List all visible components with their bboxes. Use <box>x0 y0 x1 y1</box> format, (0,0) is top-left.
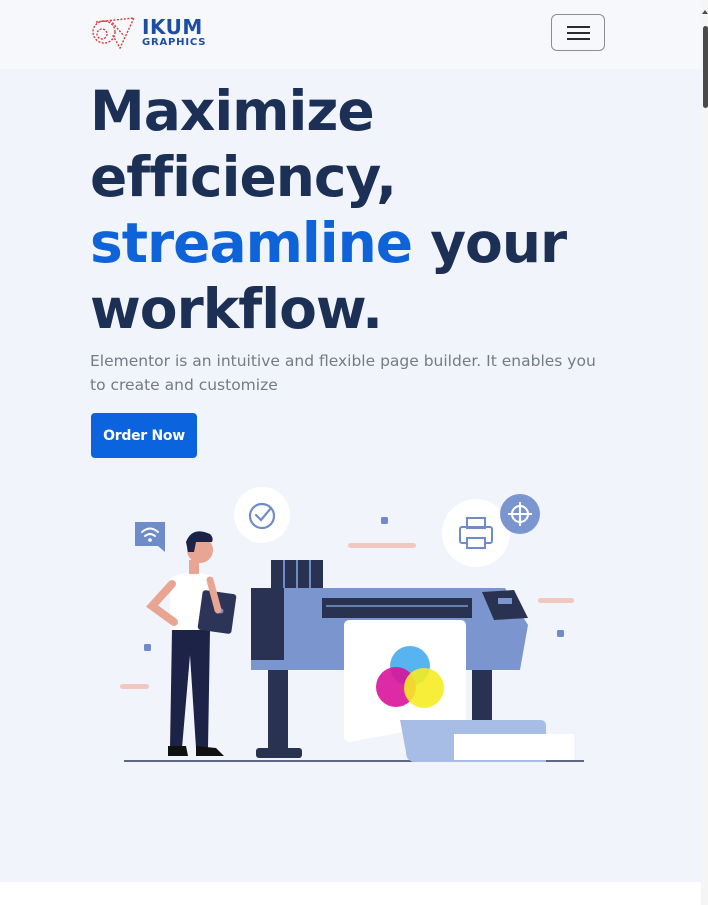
printer-icon <box>442 499 510 567</box>
nav-toggle-button[interactable] <box>551 14 605 51</box>
navbar: IKUM GRAPHICS <box>0 0 701 69</box>
hero-title: Maximize efficiency, streamline your wor… <box>90 78 650 342</box>
logo-mark-icon <box>92 17 136 50</box>
order-now-button[interactable]: Order Now <box>91 413 197 458</box>
scrollbar-thumb[interactable] <box>703 26 708 108</box>
wifi-icon <box>135 522 165 552</box>
brand-tagline: GRAPHICS <box>142 37 207 48</box>
hero-title-line4: workflow. <box>90 277 383 341</box>
crosshair-icon <box>500 494 540 534</box>
hero-title-line2: efficiency, <box>90 145 397 209</box>
hero-title-line1: Maximize <box>90 79 375 143</box>
plotter-printer <box>251 560 574 762</box>
hero-title-accent: streamline <box>90 211 413 275</box>
hero-description: Elementor is an intuitive and flexible p… <box>90 352 596 394</box>
clock-check-icon <box>234 487 290 543</box>
person-figure <box>146 531 237 756</box>
scroll-up-arrow-icon[interactable] <box>702 8 708 16</box>
hamburger-menu-icon <box>567 26 590 28</box>
brand-name: IKUM <box>142 15 203 39</box>
hero-illustration <box>120 487 584 762</box>
scrollbar-track[interactable] <box>701 0 708 905</box>
hero-title-line3: your <box>412 211 567 275</box>
brand-logo[interactable]: IKUM GRAPHICS <box>90 14 215 54</box>
next-section-strip <box>0 882 701 905</box>
